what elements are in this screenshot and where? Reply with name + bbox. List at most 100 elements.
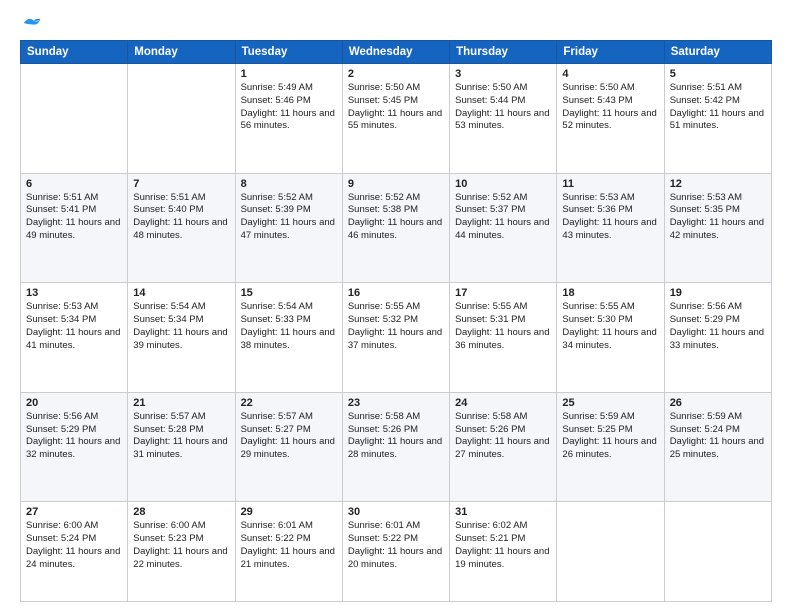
cell-text: Sunrise: 5:54 AMSunset: 5:34 PMDaylight:…: [133, 301, 227, 350]
day-number: 8: [241, 178, 337, 190]
cell-text: Sunrise: 5:58 AMSunset: 5:26 PMDaylight:…: [455, 411, 549, 460]
cell-text: Sunrise: 5:51 AMSunset: 5:41 PMDaylight:…: [26, 192, 120, 241]
table-row: 11 Sunrise: 5:53 AMSunset: 5:36 PMDayligh…: [557, 173, 664, 283]
cell-text: Sunrise: 5:59 AMSunset: 5:25 PMDaylight:…: [562, 411, 656, 460]
cell-text: Sunrise: 5:53 AMSunset: 5:34 PMDaylight:…: [26, 301, 120, 350]
day-number: 1: [241, 68, 337, 80]
day-number: 4: [562, 68, 658, 80]
day-number: 14: [133, 287, 229, 299]
cell-text: Sunrise: 5:51 AMSunset: 5:42 PMDaylight:…: [670, 82, 764, 131]
table-row: 18 Sunrise: 5:55 AMSunset: 5:30 PMDayligh…: [557, 283, 664, 393]
day-number: 30: [348, 506, 444, 518]
table-row: 30 Sunrise: 6:01 AMSunset: 5:22 PMDayligh…: [342, 502, 449, 602]
cell-text: Sunrise: 5:57 AMSunset: 5:28 PMDaylight:…: [133, 411, 227, 460]
logo-bird-icon: [22, 16, 42, 30]
table-row: 26Sunrise: 5:59 AMSunset: 5:24 PMDayligh…: [664, 392, 771, 502]
day-number: 13: [26, 287, 122, 299]
col-wednesday: Wednesday: [342, 41, 449, 64]
cell-text: Sunrise: 5:50 AMSunset: 5:44 PMDaylight:…: [455, 82, 549, 131]
col-thursday: Thursday: [450, 41, 557, 64]
cell-text: Sunrise: 5:59 AMSunset: 5:24 PMDaylight:…: [670, 411, 764, 460]
day-number: 3: [455, 68, 551, 80]
cell-text: Sunrise: 5:55 AMSunset: 5:31 PMDaylight:…: [455, 301, 549, 350]
table-row: 6 Sunrise: 5:51 AMSunset: 5:41 PMDaylight…: [21, 173, 128, 283]
cell-text: Sunrise: 5:55 AMSunset: 5:32 PMDaylight:…: [348, 301, 442, 350]
table-row: 20Sunrise: 5:56 AMSunset: 5:29 PMDayligh…: [21, 392, 128, 502]
table-row: 28Sunrise: 6:00 AMSunset: 5:23 PMDayligh…: [128, 502, 235, 602]
table-row: [128, 64, 235, 174]
page: Sunday Monday Tuesday Wednesday Thursday…: [0, 0, 792, 612]
table-row: 10 Sunrise: 5:52 AMSunset: 5:37 PMDayligh…: [450, 173, 557, 283]
table-row: 31Sunrise: 6:02 AMSunset: 5:21 PMDayligh…: [450, 502, 557, 602]
day-number: 15: [241, 287, 337, 299]
col-saturday: Saturday: [664, 41, 771, 64]
table-row: [664, 502, 771, 602]
day-number: 28: [133, 506, 229, 518]
day-number: 18: [562, 287, 658, 299]
day-number: 23: [348, 397, 444, 409]
cell-text: Sunrise: 6:01 AMSunset: 5:22 PMDaylight:…: [348, 520, 442, 569]
table-row: 9 Sunrise: 5:52 AMSunset: 5:38 PMDaylight…: [342, 173, 449, 283]
day-number: 17: [455, 287, 551, 299]
cell-text: Sunrise: 6:02 AMSunset: 5:21 PMDaylight:…: [455, 520, 549, 569]
day-number: 21: [133, 397, 229, 409]
day-number: 11: [562, 178, 658, 190]
cell-text: Sunrise: 5:52 AMSunset: 5:37 PMDaylight:…: [455, 192, 549, 241]
day-number: 27: [26, 506, 122, 518]
day-number: 2: [348, 68, 444, 80]
table-row: 29 Sunrise: 6:01 AMSunset: 5:22 PMDayligh…: [235, 502, 342, 602]
col-monday: Monday: [128, 41, 235, 64]
table-row: 12 Sunrise: 5:53 AMSunset: 5:35 PMDayligh…: [664, 173, 771, 283]
day-number: 29: [241, 506, 337, 518]
table-row: 4 Sunrise: 5:50 AMSunset: 5:43 PMDaylight…: [557, 64, 664, 174]
day-number: 10: [455, 178, 551, 190]
day-number: 12: [670, 178, 766, 190]
day-number: 22: [241, 397, 337, 409]
table-row: 25 Sunrise: 5:59 AMSunset: 5:25 PMDayligh…: [557, 392, 664, 502]
col-tuesday: Tuesday: [235, 41, 342, 64]
cell-text: Sunrise: 5:51 AMSunset: 5:40 PMDaylight:…: [133, 192, 227, 241]
table-row: 15 Sunrise: 5:54 AMSunset: 5:33 PMDayligh…: [235, 283, 342, 393]
col-friday: Friday: [557, 41, 664, 64]
table-row: 5Sunrise: 5:51 AMSunset: 5:42 PMDaylight…: [664, 64, 771, 174]
calendar-table: Sunday Monday Tuesday Wednesday Thursday…: [20, 40, 772, 602]
day-number: 25: [562, 397, 658, 409]
table-row: 19 Sunrise: 5:56 AMSunset: 5:29 PMDayligh…: [664, 283, 771, 393]
col-sunday: Sunday: [21, 41, 128, 64]
cell-text: Sunrise: 5:50 AMSunset: 5:45 PMDaylight:…: [348, 82, 442, 131]
logo: [20, 16, 42, 30]
calendar-header-row: Sunday Monday Tuesday Wednesday Thursday…: [21, 41, 772, 64]
day-number: 6: [26, 178, 122, 190]
table-row: 23 Sunrise: 5:58 AMSunset: 5:26 PMDayligh…: [342, 392, 449, 502]
table-row: 17 Sunrise: 5:55 AMSunset: 5:31 PMDayligh…: [450, 283, 557, 393]
day-number: 19: [670, 287, 766, 299]
table-row: [557, 502, 664, 602]
cell-text: Sunrise: 5:55 AMSunset: 5:30 PMDaylight:…: [562, 301, 656, 350]
cell-text: Sunrise: 5:52 AMSunset: 5:39 PMDaylight:…: [241, 192, 335, 241]
table-row: [21, 64, 128, 174]
table-row: 1Sunrise: 5:49 AMSunset: 5:46 PMDaylight…: [235, 64, 342, 174]
day-number: 7: [133, 178, 229, 190]
cell-text: Sunrise: 5:54 AMSunset: 5:33 PMDaylight:…: [241, 301, 335, 350]
day-number: 9: [348, 178, 444, 190]
table-row: 2 Sunrise: 5:50 AMSunset: 5:45 PMDaylight…: [342, 64, 449, 174]
cell-text: Sunrise: 5:53 AMSunset: 5:36 PMDaylight:…: [562, 192, 656, 241]
cell-text: Sunrise: 5:56 AMSunset: 5:29 PMDaylight:…: [670, 301, 764, 350]
cell-text: Sunrise: 5:53 AMSunset: 5:35 PMDaylight:…: [670, 192, 764, 241]
cell-text: Sunrise: 6:00 AMSunset: 5:24 PMDaylight:…: [26, 520, 120, 569]
day-number: 24: [455, 397, 551, 409]
cell-text: Sunrise: 5:52 AMSunset: 5:38 PMDaylight:…: [348, 192, 442, 241]
table-row: 8 Sunrise: 5:52 AMSunset: 5:39 PMDaylight…: [235, 173, 342, 283]
cell-text: Sunrise: 5:58 AMSunset: 5:26 PMDaylight:…: [348, 411, 442, 460]
table-row: 27 Sunrise: 6:00 AMSunset: 5:24 PMDayligh…: [21, 502, 128, 602]
cell-text: Sunrise: 5:56 AMSunset: 5:29 PMDaylight:…: [26, 411, 120, 460]
table-row: 14 Sunrise: 5:54 AMSunset: 5:34 PMDayligh…: [128, 283, 235, 393]
table-row: 21 Sunrise: 5:57 AMSunset: 5:28 PMDayligh…: [128, 392, 235, 502]
day-number: 16: [348, 287, 444, 299]
table-row: 7 Sunrise: 5:51 AMSunset: 5:40 PMDaylight…: [128, 173, 235, 283]
cell-text: Sunrise: 5:57 AMSunset: 5:27 PMDaylight:…: [241, 411, 335, 460]
table-row: 13 Sunrise: 5:53 AMSunset: 5:34 PMDayligh…: [21, 283, 128, 393]
cell-text: Sunrise: 5:50 AMSunset: 5:43 PMDaylight:…: [562, 82, 656, 131]
cell-text: Sunrise: 6:01 AMSunset: 5:22 PMDaylight:…: [241, 520, 335, 569]
table-row: 24 Sunrise: 5:58 AMSunset: 5:26 PMDayligh…: [450, 392, 557, 502]
